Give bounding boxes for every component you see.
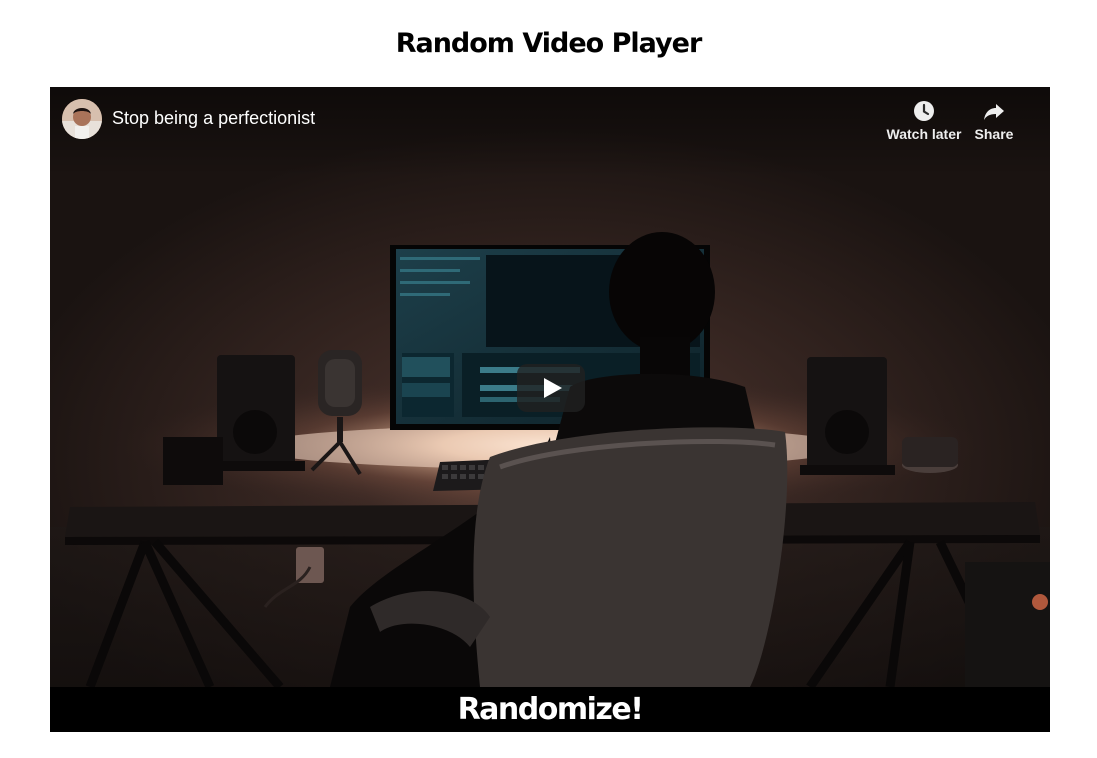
randomize-button[interactable]: Randomize!: [50, 687, 1050, 732]
channel-avatar[interactable]: [62, 99, 102, 139]
watch-later-button[interactable]: Watch later: [879, 99, 969, 142]
video-title[interactable]: Stop being a perfectionist: [112, 108, 315, 129]
share-arrow-icon: [984, 104, 1004, 120]
page-title: Random Video Player: [395, 28, 703, 59]
play-button[interactable]: [517, 364, 585, 412]
video-player[interactable]: Stop being a perfectionist Watch later S…: [50, 87, 1050, 687]
share-button[interactable]: Share: [959, 99, 1029, 142]
clock-icon: [914, 101, 934, 121]
play-icon: [517, 364, 585, 412]
avatar-image: [62, 99, 102, 139]
randomize-label: Randomize!: [457, 692, 644, 727]
share-label: Share: [974, 126, 1014, 142]
watch-later-label: Watch later: [886, 126, 962, 142]
